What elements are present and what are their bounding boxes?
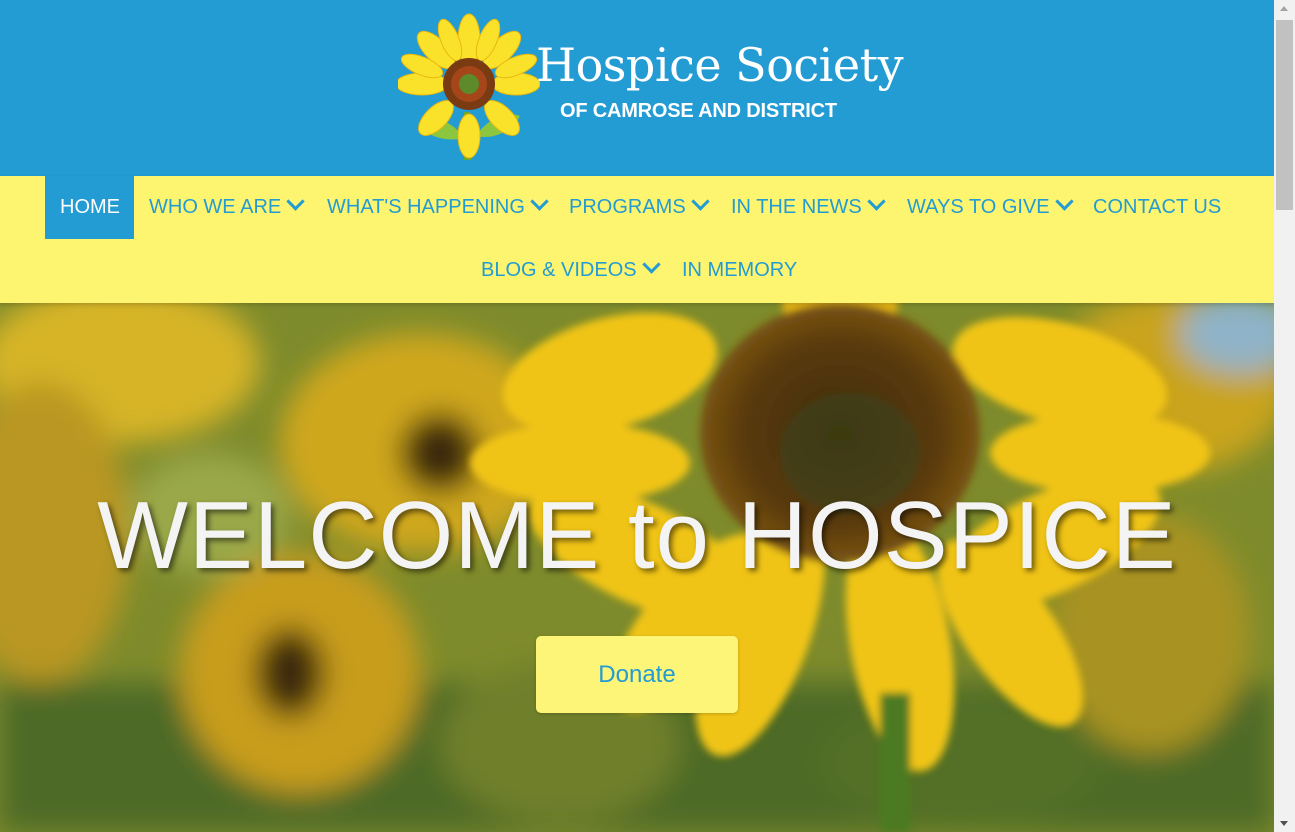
chevron-down-icon [530,192,549,211]
nav-item-ways-to-give[interactable]: WAYS TO GIVE [892,176,1086,239]
nav-item-in-memory[interactable]: IN MEMORY [667,239,812,302]
chevron-down-icon [286,192,305,211]
vertical-scrollbar[interactable] [1274,0,1295,832]
nav-item-programs[interactable]: PROGRAMS [554,176,722,239]
logo-subtitle: OF CAMROSE AND DISTRICT [560,100,837,122]
chevron-down-icon [641,255,661,274]
logo-title: Hospice Society [536,38,904,92]
site-header: Hospice Society OF CAMROSE AND DISTRICT [0,0,1274,176]
nav-item-label: CONTACT US [1093,196,1222,218]
scrollbar-thumb[interactable] [1276,20,1293,210]
nav-item-who-we-are[interactable]: WHO WE ARE [134,176,317,239]
nav-item-label: BLOG & VIDEOS [481,259,637,281]
nav-item-blog-videos[interactable]: BLOG & VIDEOS [466,239,673,302]
nav-item-label: HOME [60,196,120,218]
site-logo[interactable]: Hospice Society OF CAMROSE AND DISTRICT [398,12,904,160]
nav-item-label: WAYS TO GIVE [907,196,1050,218]
nav-item-label: IN MEMORY [682,259,798,281]
chevron-down-icon [867,192,886,211]
sunflower-logo-icon [398,13,540,160]
scroll-down-arrow-icon[interactable] [1274,815,1295,832]
chevron-down-icon [1054,192,1074,211]
chevron-down-icon [690,192,710,211]
page: Hospice Society OF CAMROSE AND DISTRICT … [0,0,1274,832]
nav-item-label: WHO WE ARE [149,196,282,218]
hero-title: WELCOME to HOSPICE [97,482,1177,589]
nav-item-whats-happening[interactable]: WHAT'S HAPPENING [312,176,561,239]
nav-item-contact-us[interactable]: CONTACT US [1078,176,1236,239]
hero-banner: WELCOME to HOSPICE Donate [0,303,1274,832]
nav-item-label: PROGRAMS [569,196,686,218]
donate-button[interactable]: Donate [536,636,738,713]
scroll-up-arrow-icon[interactable] [1274,0,1295,17]
nav-item-label: IN THE NEWS [731,196,862,218]
main-nav: HOME WHO WE ARE WHAT'S HAPPENING PROGRAM… [0,176,1274,303]
nav-item-home[interactable]: HOME [45,176,134,239]
nav-item-label: WHAT'S HAPPENING [327,196,525,218]
nav-item-in-the-news[interactable]: IN THE NEWS [716,176,898,239]
